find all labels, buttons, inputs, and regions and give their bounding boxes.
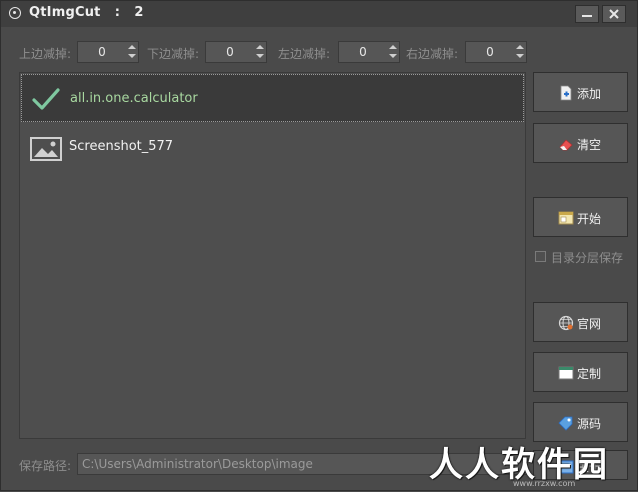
close-icon <box>609 9 619 19</box>
check-icon <box>32 88 60 110</box>
spin-down-icon[interactable] <box>128 54 136 58</box>
eraser-icon <box>559 139 573 151</box>
right-margin-label: 右边减掉: <box>406 47 459 61</box>
title-bar[interactable]: QtImgCut : 2 <box>1 1 637 27</box>
start-window-icon <box>558 211 574 225</box>
source-button[interactable]: 源码 <box>533 402 628 442</box>
spin-down-icon[interactable] <box>256 54 264 58</box>
image-icon <box>30 137 62 161</box>
file-name: Screenshot_577 <box>69 139 174 154</box>
add-file-icon <box>560 85 572 101</box>
custom-button-label: 定制 <box>577 367 602 381</box>
crop-margins-row: 上边减掉: 0 下边减掉: 0 左边减掉: 0 右边减掉: 0 <box>1 41 637 65</box>
start-button-label: 开始 <box>577 212 602 226</box>
spin-up-icon[interactable] <box>516 45 524 49</box>
bottom-margin-value[interactable]: 0 <box>206 45 254 59</box>
watermark-url: www.rrzxw.com <box>513 479 576 488</box>
left-margin-value[interactable]: 0 <box>339 45 387 59</box>
spin-down-icon[interactable] <box>516 54 524 58</box>
clear-button-label: 清空 <box>577 138 602 152</box>
bottom-margin-label: 下边减掉: <box>147 47 200 61</box>
save-path-label: 保存路径: <box>19 459 72 473</box>
minimize-icon <box>582 15 592 17</box>
window-title: QtImgCut : 2 <box>29 5 144 20</box>
bottom-margin-spinbox[interactable]: 0 <box>205 41 267 63</box>
tag-icon <box>558 416 573 431</box>
top-margin-spinbox[interactable]: 0 <box>77 41 139 63</box>
close-button[interactable] <box>602 5 626 23</box>
spin-up-icon[interactable] <box>389 45 397 49</box>
minimize-button[interactable] <box>575 5 599 23</box>
spin-up-icon[interactable] <box>128 45 136 49</box>
app-window: QtImgCut : 2 上边减掉: 0 下边减掉: 0 左边减掉: 0 右边减… <box>0 0 638 491</box>
watermark: 人人软件园 www.rrzxw.com <box>421 437 638 492</box>
start-button[interactable]: 开始 <box>533 197 628 237</box>
app-logo-icon <box>9 7 21 19</box>
website-button-label: 官网 <box>577 317 602 331</box>
clear-button[interactable]: 清空 <box>533 123 628 163</box>
file-list[interactable]: all.in.one.calculator Screenshot_577 <box>19 72 526 439</box>
add-button[interactable]: 添加 <box>533 72 628 112</box>
top-margin-value[interactable]: 0 <box>78 45 126 59</box>
add-button-label: 添加 <box>577 87 602 101</box>
globe-icon <box>558 315 574 331</box>
spin-down-icon[interactable] <box>389 54 397 58</box>
dir-layer-save-label: 目录分层保存 <box>551 251 624 265</box>
custom-button[interactable]: 定制 <box>533 352 628 392</box>
file-list-item[interactable]: all.in.one.calculator <box>21 74 524 122</box>
file-name: all.in.one.calculator <box>70 91 198 106</box>
left-margin-spinbox[interactable]: 0 <box>338 41 400 63</box>
right-margin-spinbox[interactable]: 0 <box>465 41 527 63</box>
source-button-label: 源码 <box>577 417 602 431</box>
top-margin-label: 上边减掉: <box>19 47 72 61</box>
dir-layer-save-option[interactable]: 目录分层保存 <box>533 248 637 266</box>
file-count: 2 <box>134 5 144 20</box>
file-list-item[interactable]: Screenshot_577 <box>21 123 524 171</box>
dir-layer-save-checkbox[interactable] <box>535 251 546 262</box>
right-margin-value[interactable]: 0 <box>466 45 514 59</box>
window-icon <box>558 366 574 380</box>
spin-up-icon[interactable] <box>256 45 264 49</box>
left-margin-label: 左边减掉: <box>278 47 331 61</box>
website-button[interactable]: 官网 <box>533 302 628 342</box>
